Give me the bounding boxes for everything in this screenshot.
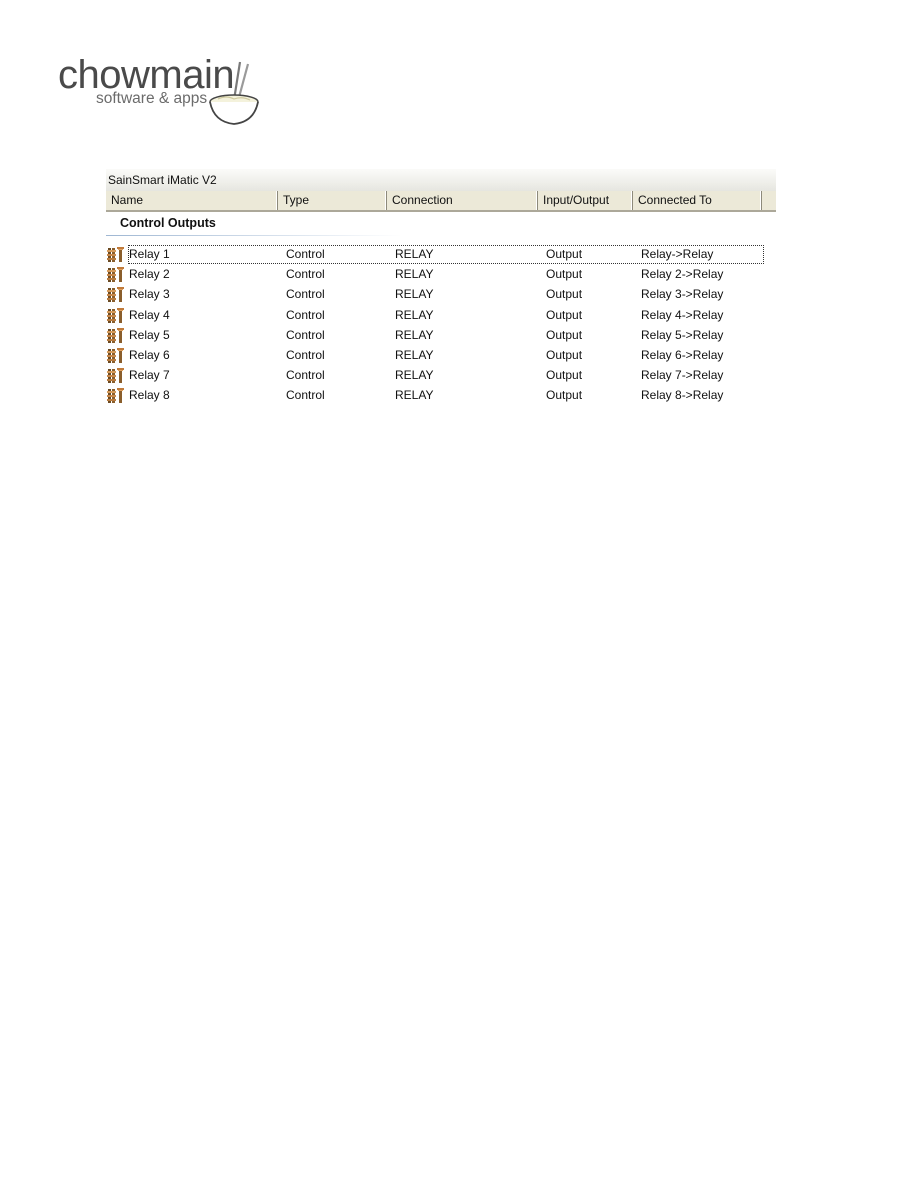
connection-list: Relay 1 Control RELAY Output Relay->Rela… (106, 244, 776, 406)
column-header-type[interactable]: Type (278, 191, 387, 210)
name-cell: Relay 6 (106, 345, 286, 365)
connection-row-4[interactable]: Relay 4 Control RELAY Output Relay 4->Re… (106, 305, 776, 325)
name-cell: Relay 7 (106, 365, 286, 385)
connection-name: Relay 8 (129, 388, 170, 403)
connection-cell: RELAY (395, 307, 434, 322)
connection-name: Relay 4 (129, 307, 170, 322)
connection-cell: RELAY (395, 287, 434, 302)
connection-cell: RELAY (395, 388, 434, 403)
type-cell: Control (286, 388, 325, 403)
name-cell: Relay 5 (106, 325, 286, 345)
input-output-cell: Output (546, 287, 583, 302)
relay-connector-icon (107, 388, 124, 404)
column-header-connection[interactable]: Connection (387, 191, 538, 210)
connection-name: Relay 6 (129, 348, 170, 363)
connection-cell: RELAY (395, 347, 434, 362)
name-cell: Relay 3 (106, 284, 286, 304)
relay-connector-icon (107, 287, 124, 303)
connection-row-8[interactable]: Relay 8 Control RELAY Output Relay 8->Re… (106, 385, 776, 405)
connection-name: Relay 5 (129, 327, 170, 342)
name-cell: Relay 8 (106, 385, 286, 405)
device-connections-panel: SainSmart iMatic V2 Name Type Connection… (106, 169, 776, 406)
type-cell: Control (286, 247, 325, 261)
connection-name: Relay 1 (129, 247, 170, 262)
type-cell: Control (286, 307, 325, 322)
type-cell: Control (286, 368, 325, 383)
connected-to-cell: Relay->Relay (641, 247, 714, 261)
connected-to-cell: Relay 2->Relay (641, 267, 724, 282)
group-divider (106, 235, 402, 236)
column-header-row: Name Type Connection Input/Output Connec… (106, 191, 776, 212)
connection-name: Relay 3 (129, 287, 170, 302)
type-cell: Control (286, 287, 325, 302)
connection-name: Relay 2 (129, 267, 170, 282)
connected-to-cell: Relay 8->Relay (641, 388, 724, 403)
relay-connector-icon (107, 267, 124, 283)
column-header-connected-to[interactable]: Connected To (633, 191, 762, 210)
group-title-control-outputs: Control Outputs (120, 216, 216, 230)
type-cell: Control (286, 347, 325, 362)
name-cell: Relay 2 (106, 264, 286, 284)
connection-cell: RELAY (395, 247, 434, 261)
relay-connector-icon (107, 348, 124, 364)
connection-row-2[interactable]: Relay 2 Control RELAY Output Relay 2->Re… (106, 264, 776, 284)
name-cell: Relay 1 (106, 244, 286, 264)
column-header-input-output[interactable]: Input/Output (538, 191, 633, 210)
column-header-filler (762, 191, 776, 210)
logo-tagline: software & apps (96, 90, 208, 107)
input-output-cell: Output (546, 347, 583, 362)
connected-to-cell: Relay 7->Relay (641, 368, 724, 383)
connected-to-cell: Relay 4->Relay (641, 307, 724, 322)
input-output-cell: Output (546, 307, 583, 322)
connected-to-cell: Relay 5->Relay (641, 327, 724, 342)
input-output-cell: Output (546, 388, 583, 403)
connection-row-5[interactable]: Relay 5 Control RELAY Output Relay 5->Re… (106, 325, 776, 345)
connection-cell: RELAY (395, 327, 434, 342)
connection-row-3[interactable]: Relay 3 Control RELAY Output Relay 3->Re… (106, 284, 776, 304)
connection-row-1[interactable]: Relay 1 Control RELAY Output Relay->Rela… (106, 244, 776, 265)
panel-title: SainSmart iMatic V2 (106, 169, 776, 191)
input-output-cell: Output (546, 327, 583, 342)
connected-to-cell: Relay 6->Relay (641, 347, 724, 362)
relay-connector-icon (107, 307, 124, 323)
relay-connector-icon (107, 368, 124, 384)
connection-name: Relay 7 (129, 368, 170, 383)
connected-to-cell: Relay 3->Relay (641, 287, 724, 302)
type-cell: Control (286, 267, 325, 282)
chowmain-logo: chowmain software & apps (56, 52, 266, 132)
input-output-cell: Output (546, 267, 583, 282)
relay-connector-icon (107, 247, 124, 263)
input-output-cell: Output (546, 368, 583, 383)
connection-cell: RELAY (395, 368, 434, 383)
connection-row-7[interactable]: Relay 7 Control RELAY Output Relay 7->Re… (106, 365, 776, 385)
input-output-cell: Output (546, 247, 583, 261)
name-cell: Relay 4 (106, 305, 286, 325)
connection-cell: RELAY (395, 267, 434, 282)
noodle-bowl-icon (209, 61, 259, 125)
relay-connector-icon (107, 327, 124, 343)
column-header-name[interactable]: Name (106, 191, 278, 210)
type-cell: Control (286, 327, 325, 342)
connection-row-6[interactable]: Relay 6 Control RELAY Output Relay 6->Re… (106, 345, 776, 365)
